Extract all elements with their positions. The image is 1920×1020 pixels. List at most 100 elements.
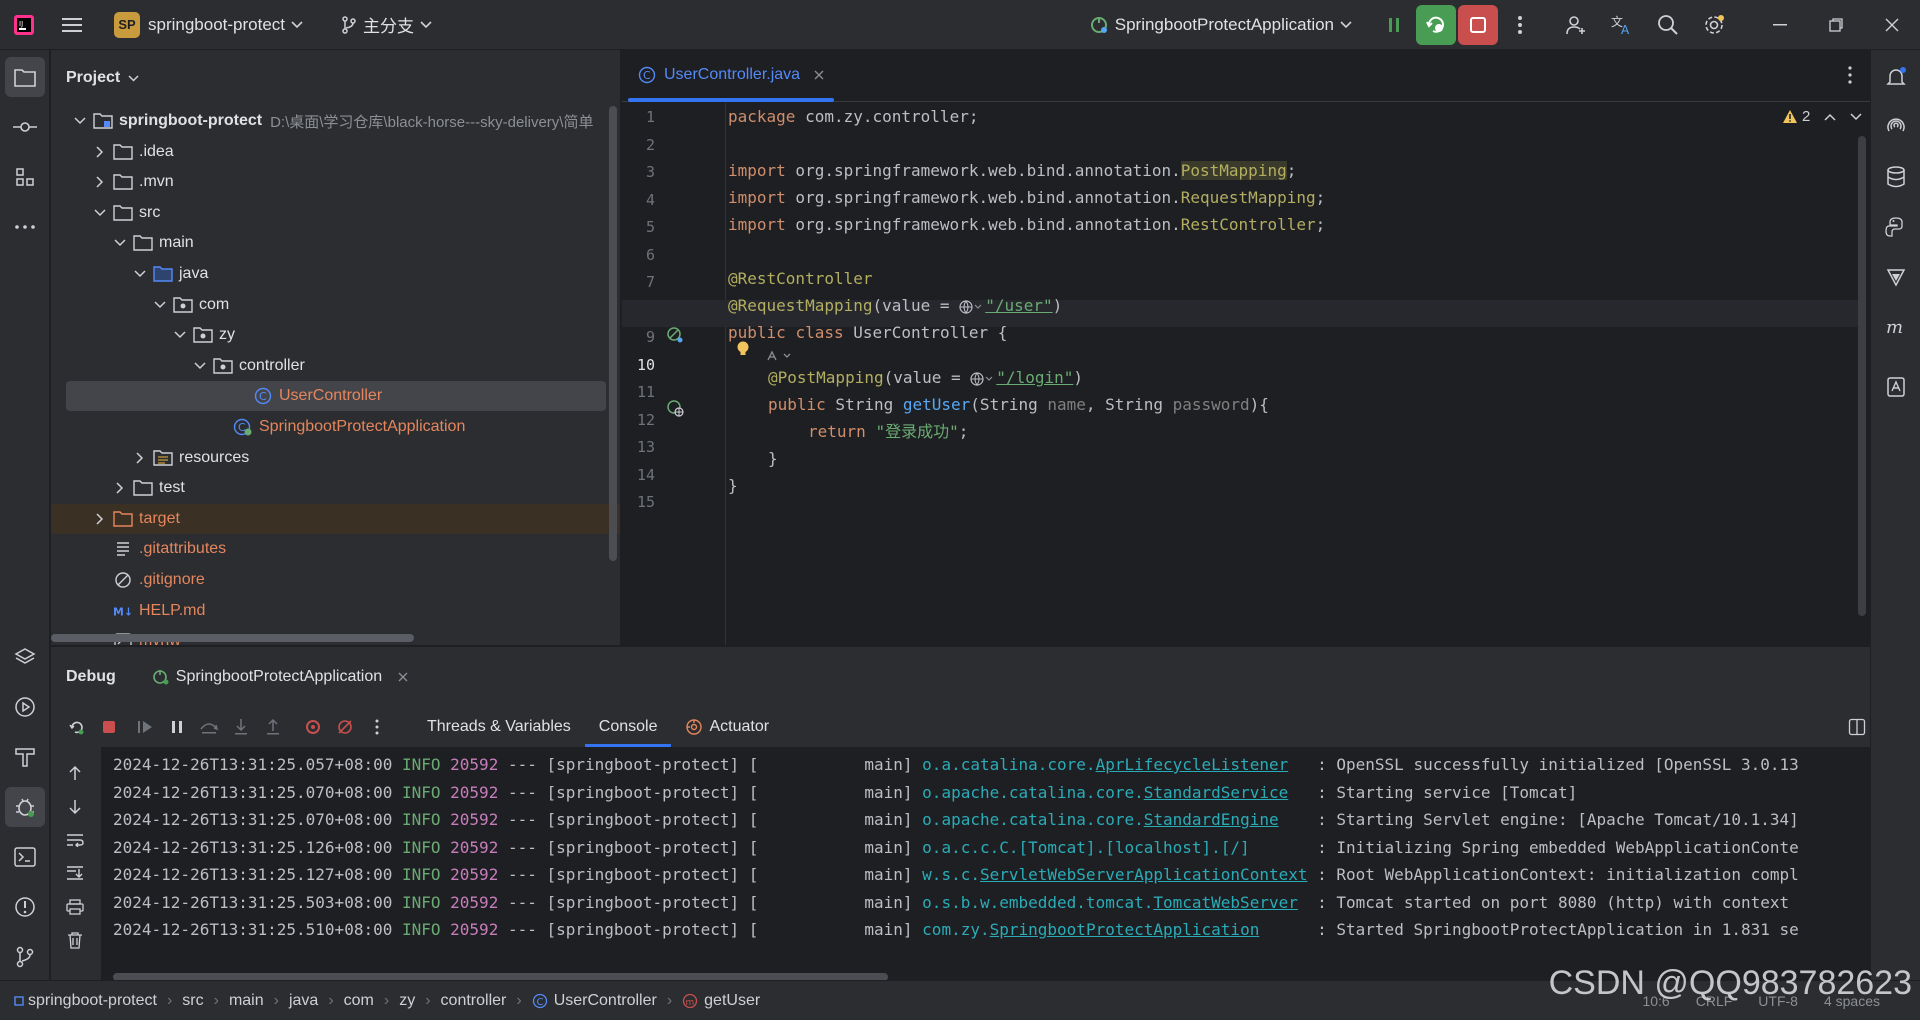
chevron-right-icon[interactable]: [91, 510, 109, 528]
step-over-icon[interactable]: [193, 711, 225, 743]
build-tool-icon[interactable]: [5, 737, 45, 777]
tree-horizontal-scrollbar[interactable]: [51, 634, 414, 642]
globe-icon[interactable]: [970, 371, 994, 386]
chevron-up-icon[interactable]: [1824, 113, 1836, 121]
translate-icon[interactable]: 文A: [1602, 5, 1642, 45]
layers-tool-icon[interactable]: [5, 637, 45, 677]
tab-console[interactable]: Console: [584, 707, 672, 747]
tree-item[interactable]: test: [51, 473, 620, 503]
step-out-icon[interactable]: [257, 711, 289, 743]
rerun-icon[interactable]: [61, 711, 93, 743]
codeium-icon[interactable]: [1876, 257, 1916, 297]
tree-item[interactable]: C SpringbootProtectApplication: [51, 412, 620, 442]
database-icon[interactable]: [1876, 157, 1916, 197]
logger-link[interactable]: TomcatWebServer: [1153, 893, 1298, 912]
tree-item[interactable]: resources: [51, 443, 620, 473]
project-tool-icon[interactable]: [5, 57, 45, 97]
chevron-down-icon[interactable]: [71, 112, 89, 130]
resume-icon[interactable]: [129, 711, 161, 743]
project-switcher[interactable]: SP springboot-protect: [106, 7, 311, 43]
breadcrumb-item[interactable]: C UserController: [532, 992, 657, 1010]
breadcrumb-item[interactable]: controller: [441, 992, 507, 1010]
settings-gear-icon[interactable]: [1694, 5, 1734, 45]
breadcrumb-item[interactable]: src: [182, 992, 203, 1010]
editor-vertical-scrollbar[interactable]: [1858, 136, 1866, 616]
chevron-down-icon[interactable]: [151, 296, 169, 314]
clear-all-icon[interactable]: [67, 931, 83, 949]
tab-actuator[interactable]: Actuator: [671, 707, 783, 747]
tree-vertical-scrollbar[interactable]: [609, 106, 617, 561]
mute-breakpoints-icon[interactable]: [329, 711, 361, 743]
globe-icon[interactable]: [959, 299, 983, 314]
logger-link[interactable]: ServletWebServerApplicationContext: [980, 865, 1308, 884]
close-session-icon[interactable]: [398, 672, 408, 682]
minimize-window-icon[interactable]: [1752, 5, 1808, 45]
breadcrumb-item[interactable]: main: [229, 992, 264, 1010]
logger-link[interactable]: AprLifecycleListener: [1096, 755, 1289, 774]
more-actions-icon[interactable]: [1500, 5, 1540, 45]
chevron-down-icon[interactable]: [111, 234, 129, 252]
add-user-icon[interactable]: [1556, 5, 1596, 45]
tab-threads-variables[interactable]: Threads & Variables: [413, 707, 585, 747]
layout-toggle-icon[interactable]: [1848, 718, 1866, 736]
git-tool-icon[interactable]: [5, 937, 45, 977]
chevron-right-icon[interactable]: [111, 479, 129, 497]
project-panel-header[interactable]: Project: [51, 50, 620, 106]
debug-tool-icon[interactable]: [5, 787, 45, 827]
chevron-down-icon[interactable]: [91, 204, 109, 222]
more-tools-icon[interactable]: [5, 207, 45, 247]
soft-wrap-icon[interactable]: [66, 833, 84, 847]
tree-item[interactable]: src: [51, 198, 620, 228]
more-debug-actions-icon[interactable]: [361, 711, 393, 743]
close-tab-icon[interactable]: [814, 70, 824, 80]
endpoint-gutter-icon[interactable]: [666, 399, 684, 417]
chevron-right-icon[interactable]: [91, 173, 109, 191]
breadcrumb-item[interactable]: com: [344, 992, 374, 1010]
tree-item[interactable]: .mvn: [51, 167, 620, 197]
scroll-to-end-icon[interactable]: [66, 865, 84, 881]
editor-more-icon[interactable]: [1848, 66, 1852, 84]
inspection-widget[interactable]: 2: [1782, 108, 1862, 125]
breadcrumb-item[interactable]: m getUser: [682, 992, 760, 1010]
chevron-right-icon[interactable]: [91, 143, 109, 161]
pause-icon[interactable]: [161, 711, 193, 743]
tree-item[interactable]: main: [51, 228, 620, 258]
branch-switcher[interactable]: 主分支: [333, 7, 440, 43]
tree-item[interactable]: M↓ HELP.md: [51, 596, 620, 626]
run-config-selector[interactable]: SpringbootProtectApplication: [1081, 7, 1360, 43]
services-tool-icon[interactable]: [5, 687, 45, 727]
run-gutter-icon[interactable]: [666, 326, 684, 344]
search-icon[interactable]: [1648, 5, 1688, 45]
tree-item[interactable]: .gitignore: [51, 565, 620, 595]
console-output[interactable]: 2024-12-26T13:31:25.057+08:00 INFO 20592…: [101, 747, 1870, 981]
restore-window-icon[interactable]: [1808, 5, 1864, 45]
debug-session-tab[interactable]: SpringbootProtectApplication: [152, 668, 408, 686]
python-console-icon[interactable]: [1876, 207, 1916, 247]
breadcrumb-item[interactable]: zy: [399, 992, 415, 1010]
logger-link[interactable]: SpringbootProtectApplication: [990, 920, 1260, 939]
tree-item[interactable]: springboot-protect D:\桌面\学习仓库\black-horse…: [51, 106, 620, 136]
main-menu-icon[interactable]: [52, 5, 92, 45]
stop-icon[interactable]: [93, 711, 125, 743]
print-icon[interactable]: [66, 899, 84, 915]
tree-item[interactable]: java: [51, 259, 620, 289]
tree-item[interactable]: zy: [51, 320, 620, 350]
tree-item[interactable]: .idea: [51, 137, 620, 167]
commit-tool-icon[interactable]: [5, 107, 45, 147]
breadcrumb-item[interactable]: springboot-protect: [14, 992, 157, 1010]
rerun-debug-button[interactable]: [1416, 4, 1456, 45]
tree-item[interactable]: target: [51, 503, 620, 534]
ai-assistant-icon[interactable]: [1876, 107, 1916, 147]
close-window-icon[interactable]: [1864, 5, 1920, 45]
step-into-icon[interactable]: [225, 711, 257, 743]
maven-icon[interactable]: m: [1876, 307, 1916, 347]
tab-user-controller[interactable]: C UserController.java: [622, 49, 840, 102]
tree-item[interactable]: .gitattributes: [51, 534, 620, 564]
terminal-tool-icon[interactable]: [5, 837, 45, 877]
scroll-up-icon[interactable]: [68, 765, 82, 781]
tree-item[interactable]: com: [51, 290, 620, 320]
problems-tool-icon[interactable]: [5, 887, 45, 927]
view-breakpoints-icon[interactable]: [297, 711, 329, 743]
document-structure-icon[interactable]: [1876, 367, 1916, 407]
chevron-right-icon[interactable]: [131, 449, 149, 467]
